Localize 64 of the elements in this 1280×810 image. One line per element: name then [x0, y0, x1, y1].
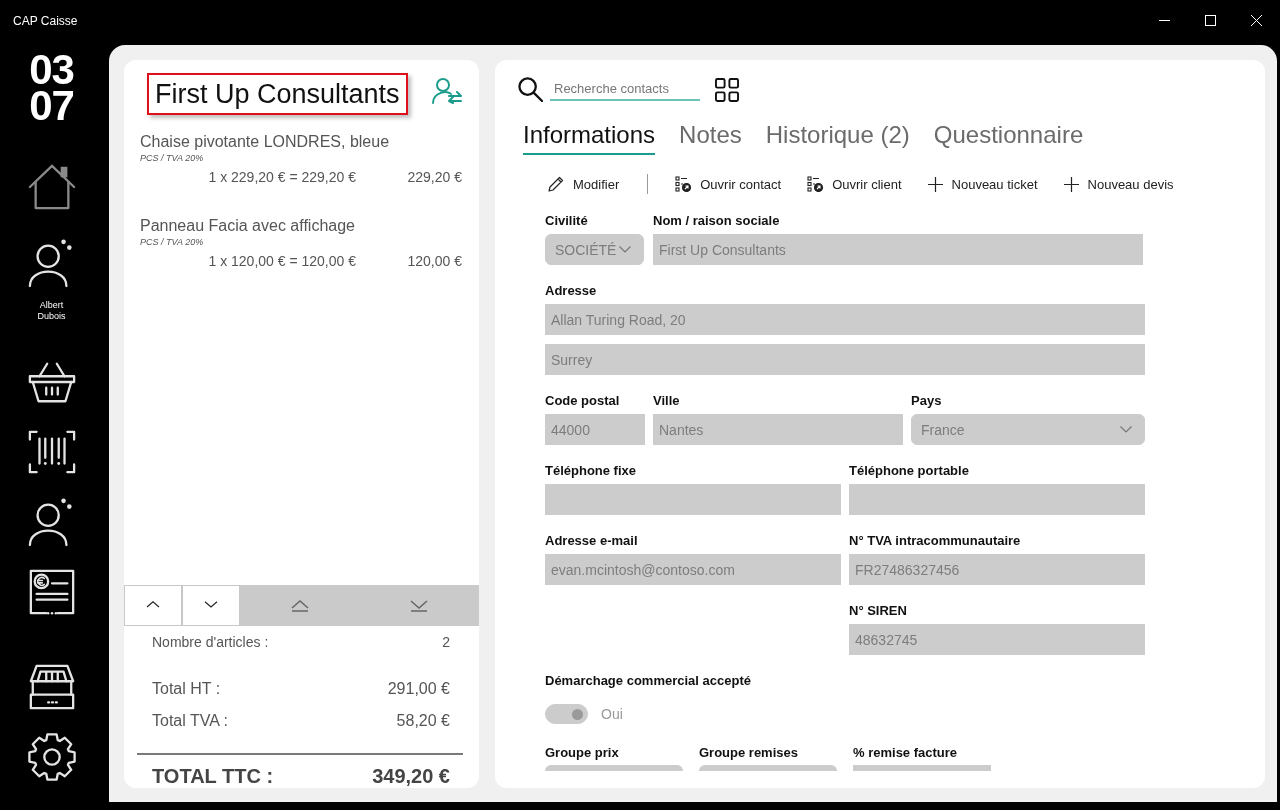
item-amount: 120,00 €	[406, 252, 462, 271]
field-label: N° SIREN	[849, 603, 908, 619]
list-icon	[675, 176, 692, 192]
toggle-label: Oui	[601, 706, 623, 722]
field-label: Groupe prix	[545, 745, 620, 761]
list-icon	[807, 176, 824, 192]
pencil-icon	[548, 176, 564, 192]
field-label: Civilité	[545, 213, 589, 229]
chevron-down-line-icon	[410, 599, 429, 612]
item-name: Chaise pivotante LONDRES, bleue	[140, 133, 390, 151]
chevron-down-icon	[1120, 426, 1132, 433]
tab[interactable]: Historique (2)	[765, 120, 910, 155]
field-label: % remise facture	[853, 745, 959, 761]
grand-total-label: TOTAL TTC :	[152, 764, 274, 788]
plus-icon	[927, 176, 943, 192]
item-calculation: 1 x 120,00 € = 120,00 €	[207, 252, 356, 271]
field-label: Ville	[653, 393, 681, 409]
tab[interactable]: Informations	[523, 120, 656, 155]
chevron-down-icon	[619, 246, 631, 253]
count-value: 2	[442, 634, 450, 650]
item-name: Panneau Facia avec affichage	[140, 217, 355, 235]
grid-view-icon[interactable]	[715, 77, 739, 102]
field-label: Groupe remises	[699, 745, 799, 761]
total-value: 291,00 €	[387, 680, 450, 698]
field-label: N° TVA intracommunautaire	[849, 533, 1022, 549]
total-label: Total HT :	[152, 680, 221, 698]
item-unit: PCS / TVA 20%	[140, 237, 204, 248]
item-amount: 229,20 €	[406, 168, 462, 187]
field-label: Code postal	[545, 393, 621, 409]
total-label: Total TVA :	[152, 712, 228, 730]
item-unit: PCS / TVA 20%	[140, 153, 204, 164]
grand-total-value: 349,20 €	[372, 764, 450, 788]
tab[interactable]: Questionnaire	[933, 120, 1084, 155]
field-label: Téléphone fixe	[545, 463, 638, 479]
new-button[interactable]: Nouveau devis	[1063, 176, 1174, 192]
field-label: Téléphone portable	[849, 463, 970, 479]
new-button[interactable]: Nouveau ticket	[927, 176, 1038, 192]
settings-icon[interactable]	[26, 732, 77, 782]
chevron-down-icon	[202, 601, 220, 610]
field-label: Adresse e-mail	[545, 533, 639, 549]
item-calculation: 1 x 229,20 € = 229,20 €	[207, 168, 356, 187]
tab[interactable]: Notes	[679, 120, 742, 155]
search-field[interactable]: Recherche contacts	[550, 78, 700, 101]
chevron-up-icon	[144, 601, 162, 610]
user-name: Albert Dubois	[36, 300, 67, 322]
date-display: 03 07	[28, 52, 75, 124]
field-label: Pays	[911, 393, 943, 409]
field-label: Nom / raison sociale	[653, 213, 781, 229]
total-value: 58,20 €	[396, 712, 450, 730]
close-icon[interactable]	[1251, 14, 1262, 26]
chevron-up-line-icon	[290, 599, 309, 612]
field-label: Démarchage commercial accepté	[545, 673, 752, 689]
window-title: CAP Caisse	[13, 14, 78, 28]
count-label: Nombre d'articles :	[152, 634, 269, 650]
field-label: Adresse	[545, 283, 598, 299]
maximize-icon[interactable]	[1205, 14, 1216, 26]
open-button[interactable]: Ouvrir client	[807, 176, 902, 192]
customer-name: First Up Consultants	[147, 73, 408, 115]
user-swap-icon[interactable]	[432, 78, 462, 104]
minimize-icon[interactable]	[1159, 19, 1170, 21]
modify-button[interactable]: Modifier	[548, 176, 620, 192]
open-button[interactable]: Ouvrir contact	[675, 176, 782, 192]
plus-icon	[1063, 176, 1079, 192]
search-icon[interactable]	[518, 77, 543, 102]
